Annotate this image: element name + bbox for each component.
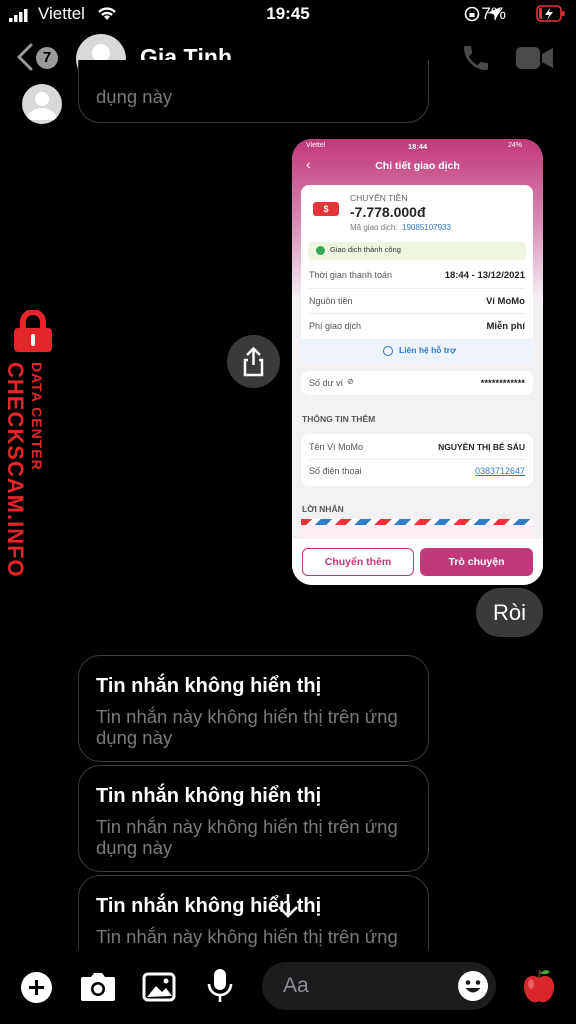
shot-extra-label: Tên Ví MoMo <box>309 442 364 452</box>
shot-message-section: LỜI NHẮN <box>302 504 344 514</box>
shot-title: Chi tiết giao dịch <box>375 160 460 172</box>
shot-type-label: CHUYỂN TIỀN <box>350 193 408 203</box>
shot-chat-label: Trò chuyện <box>448 556 505 568</box>
transfer-icon: $ <box>313 202 339 216</box>
battery-percent: 7% <box>481 4 506 23</box>
shot-success: Giao dịch thành công <box>330 245 401 254</box>
chevron-left-icon <box>16 43 33 71</box>
shot-extra-card: Tên Ví MoMo NGUYỄN THỊ BÉ SÁU Số điện th… <box>301 434 533 486</box>
shot-balance-value: ************ <box>480 378 525 389</box>
rotation-lock-icon <box>464 6 480 27</box>
camera-icon <box>81 973 115 1001</box>
shot-time: 18:44 <box>408 142 428 151</box>
smiley-icon <box>458 971 488 1001</box>
shot-battery: 24% <box>508 142 523 149</box>
shot-extra-label: Số điện thoại <box>309 466 362 476</box>
shot-row-value: Miễn phí <box>486 321 525 332</box>
share-icon <box>243 346 264 377</box>
divider <box>309 313 525 314</box>
share-button[interactable] <box>227 335 280 388</box>
microphone-icon <box>207 969 233 1002</box>
quick-reaction-button[interactable] <box>520 968 558 1011</box>
camera-button[interactable] <box>80 972 116 1007</box>
lock-icon <box>14 310 52 352</box>
divider <box>309 288 525 289</box>
message-title: Tin nhắn không hiển thị <box>96 785 322 807</box>
scroll-to-bottom-button[interactable] <box>270 888 306 924</box>
add-button[interactable] <box>21 972 52 1003</box>
shot-balance-card: Số dư ví ⊘ ************ <box>301 371 533 395</box>
eye-off-icon: ⊘ <box>347 377 354 386</box>
status-bar: Viettel 19:45 7% <box>0 0 576 30</box>
shot-row-label: Thời gian thanh toán <box>309 270 392 280</box>
outgoing-message-bubble[interactable]: Ròi <box>476 588 543 637</box>
sender-avatar[interactable] <box>22 84 62 124</box>
shot-row-value: Ví MoMo <box>485 296 525 307</box>
video-call-button[interactable] <box>515 44 555 77</box>
shot-transfer-more-label: Chuyển thêm <box>324 556 392 568</box>
shot-txn-label: Mã giao dịch: <box>350 223 398 232</box>
message-bubble[interactable]: Tin nhắn không hiển thị Tin nhắn này khô… <box>78 765 429 872</box>
video-camera-icon <box>516 47 553 69</box>
message-body: Tin nhắn này không hiển thị trên ứng dụn… <box>96 816 398 858</box>
shot-balance-label: Số dư ví <box>309 378 344 388</box>
message-text: Ròi <box>492 600 526 625</box>
arrow-down-icon <box>278 894 298 918</box>
checkscam-watermark: DATA CENTER CHECKSCAM.INFO <box>2 310 68 600</box>
apple-icon <box>523 969 555 1003</box>
message-body: Tin nhắn này không hiển thị trên ứng <box>96 926 398 947</box>
envelope-body <box>301 525 533 539</box>
battery-icon <box>536 5 566 27</box>
image-icon <box>142 972 176 1002</box>
shot-support: Liên hệ hỗ trợ <box>399 345 457 355</box>
message-bubble-partial[interactable]: dụng này <box>78 60 429 123</box>
shot-amount: -7.778.000đ <box>350 204 426 220</box>
globe-icon <box>383 346 393 356</box>
message-input-placeholder: Aa <box>283 974 309 997</box>
shot-extra-value: NGUYỄN THỊ BÉ SÁU <box>438 442 525 452</box>
shot-carrier: Viettel <box>306 142 326 149</box>
shot-transaction-card: $ CHUYỂN TIỀN -7.778.000đ Mã giao dịch: … <box>301 185 533 363</box>
voice-button[interactable] <box>207 968 233 1009</box>
shot-row-label: Phí giao dịch <box>309 321 362 331</box>
message-body: Tin nhắn này không hiển thị trên ứng dụn… <box>96 706 398 748</box>
unread-count-badge: 7 <box>36 47 58 69</box>
shot-phone-link: 0383712647 <box>474 466 525 476</box>
phone-icon <box>464 46 488 70</box>
check-icon <box>316 246 325 255</box>
shot-row-label: Nguồn tiền <box>309 296 353 306</box>
gallery-button[interactable] <box>142 972 176 1007</box>
emoji-button[interactable] <box>457 970 489 1002</box>
message-bubble[interactable]: Tin nhắn không hiển thị Tin nhắn này khô… <box>78 655 429 762</box>
divider <box>309 459 525 460</box>
message-composer: Aa <box>0 950 576 1024</box>
call-button[interactable] <box>460 42 492 79</box>
shared-screenshot-image[interactable]: Viettel 18:44 24% ‹ Chi tiết giao dịch $… <box>292 139 543 585</box>
message-input[interactable]: Aa <box>262 962 496 1010</box>
shot-extra-section: THÔNG TIN THÊM <box>302 414 376 424</box>
shot-row-value: 18:44 - 13/12/2021 <box>444 270 525 281</box>
message-title: Tin nhắn không hiển thị <box>96 675 322 697</box>
shot-txn-id: 19085107933 <box>402 223 451 232</box>
plus-icon <box>29 980 44 995</box>
watermark-line2: CHECKSCAM.INFO <box>3 362 28 578</box>
message-body: dụng này <box>96 86 173 107</box>
back-button[interactable]: 7 <box>14 42 64 74</box>
